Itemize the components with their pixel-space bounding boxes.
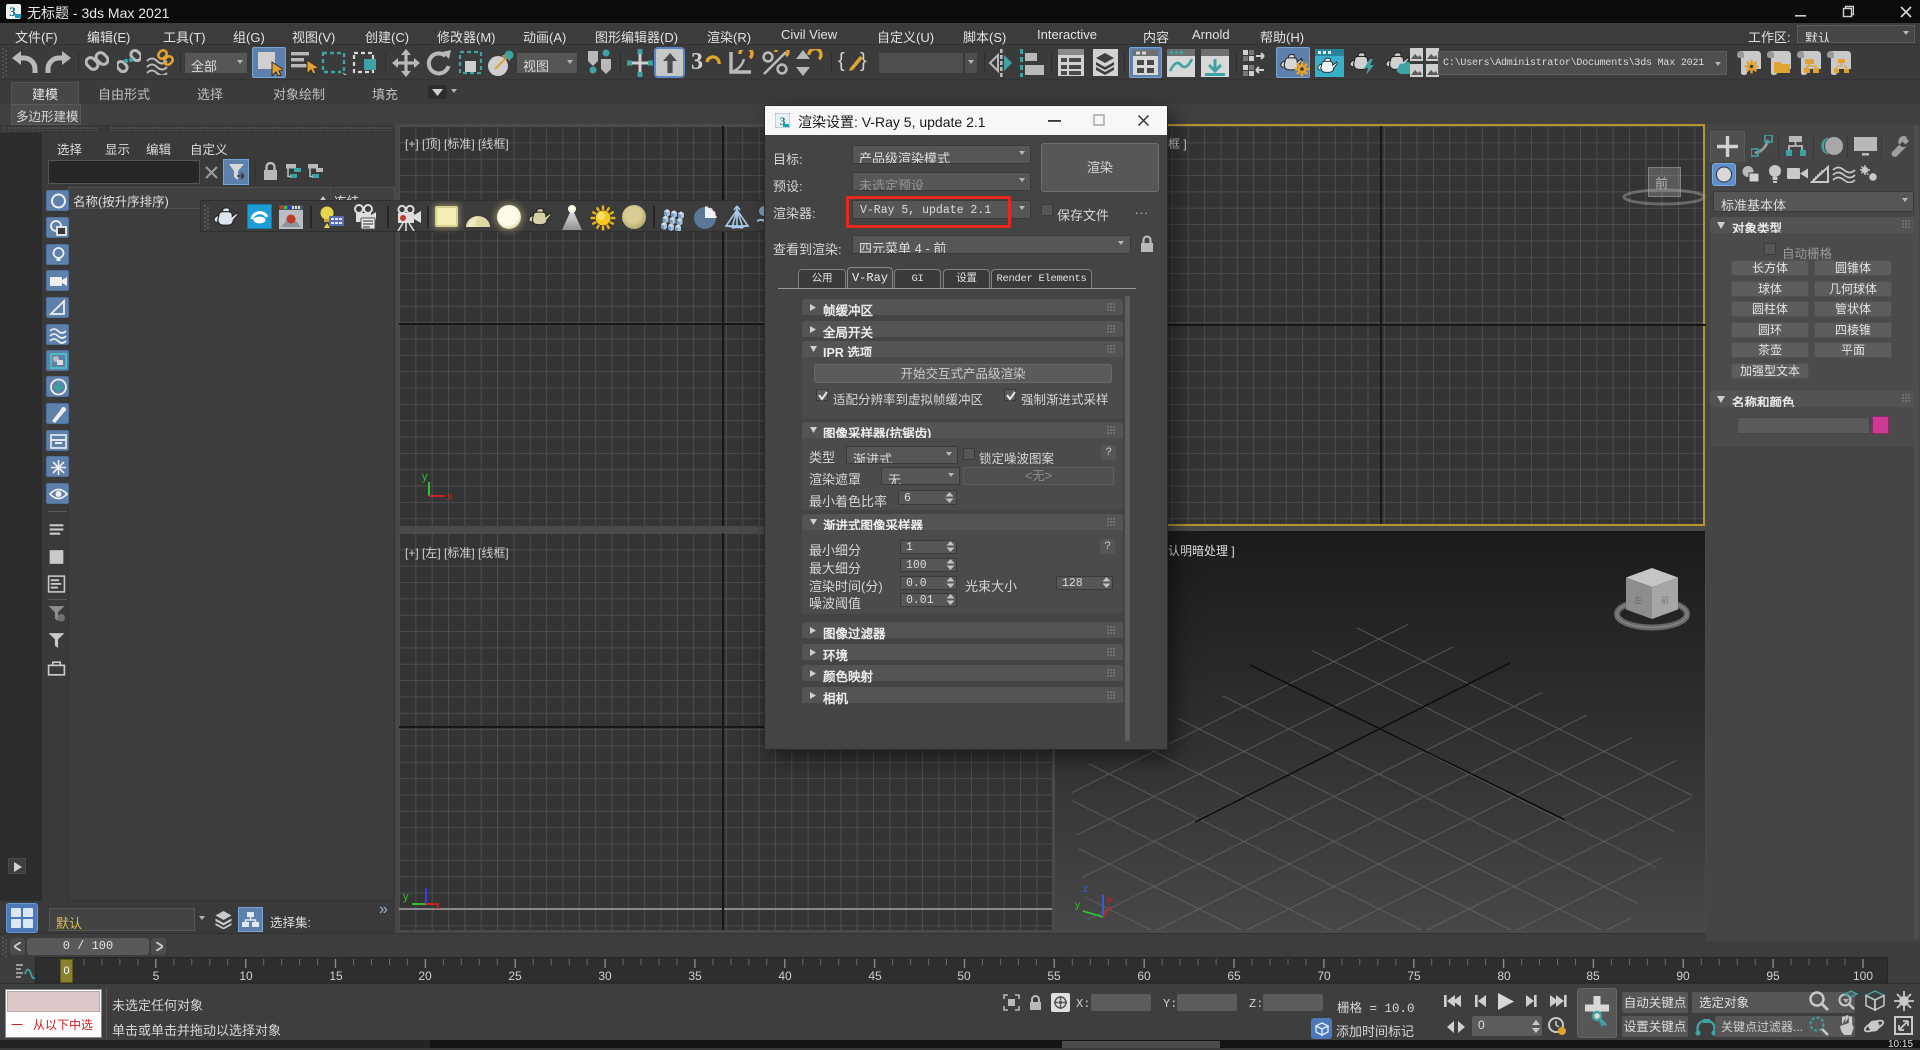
svg-text:y: y [403, 891, 409, 903]
svg-text:x: x [1107, 895, 1112, 906]
svg-text:x: x [447, 491, 453, 502]
svg-text:y: y [1075, 900, 1080, 911]
svg-text:x: x [435, 900, 441, 909]
svg-text:左: 左 [1634, 595, 1642, 605]
svg-text:前: 前 [1661, 595, 1669, 605]
svg-text:y: y [422, 471, 428, 483]
svg-text:z: z [1083, 884, 1088, 895]
